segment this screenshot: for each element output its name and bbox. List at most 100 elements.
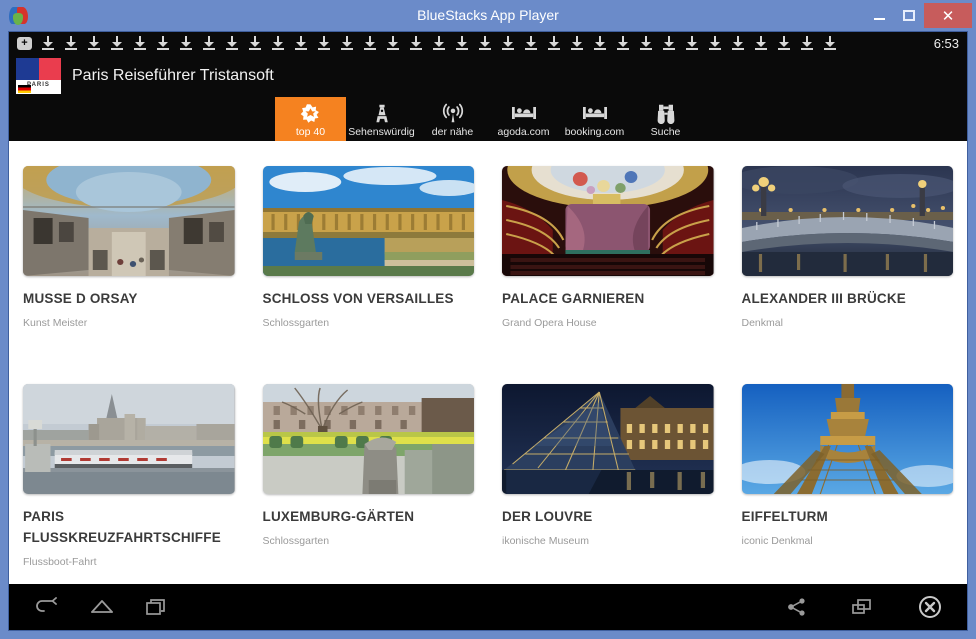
maximize-button[interactable]: [894, 0, 924, 31]
download-icon: [405, 36, 428, 50]
poi-card[interactable]: ALEXANDER III BRÜCKE Denkmal: [728, 166, 968, 329]
poi-title: DER LOUVRE: [502, 508, 593, 524]
tab-top-40[interactable]: top 40: [275, 97, 346, 141]
signal-icon: [442, 103, 464, 124]
poi-card[interactable]: LUXEMBURG-GÄRTEN Schlossgarten: [249, 383, 489, 568]
status-notification-icons: +: [17, 36, 928, 50]
download-icon: [244, 36, 267, 50]
download-icon: [589, 36, 612, 50]
poi-subtitle: Denkmal: [741, 316, 783, 329]
recents-icon[interactable]: [145, 597, 169, 617]
close-button[interactable]: ✕: [924, 3, 972, 28]
tab-label: agoda.com: [497, 125, 550, 138]
tab-strip: top 40 Sehenswürdig der nähe agoda.com booki…: [9, 97, 967, 141]
close-circle-icon[interactable]: [917, 594, 943, 620]
poi-card[interactable]: SCHLOSS VON VERSAILLES Schlossgarten: [249, 166, 489, 329]
poi-thumbnail[interactable]: [741, 166, 953, 276]
bed-icon: [511, 103, 536, 124]
status-clock: 6:53: [933, 35, 959, 51]
tab-der-n-he[interactable]: der nähe: [417, 97, 488, 141]
download-icon: [290, 36, 313, 50]
download-icon: [796, 36, 819, 50]
download-icon: [382, 36, 405, 50]
tower-icon: [373, 103, 391, 124]
poi-subtitle: Kunst Meister: [23, 316, 88, 329]
poi-thumbnail[interactable]: [23, 383, 235, 494]
download-icon: [773, 36, 796, 50]
share-icon[interactable]: [787, 597, 807, 617]
download-icon: [428, 36, 451, 50]
poi-title: EIFFELTURM: [741, 508, 828, 524]
poi-subtitle: Schlossgarten: [262, 316, 330, 329]
download-icon: [175, 36, 198, 50]
poi-thumbnail[interactable]: [741, 383, 953, 494]
download-icon: [704, 36, 727, 50]
nav-left-group: [33, 597, 169, 617]
poi-subtitle: ikonische Museum: [502, 534, 589, 547]
download-icon: [681, 36, 704, 50]
poi-thumbnail[interactable]: [262, 383, 474, 494]
download-icon: [658, 36, 681, 50]
tab-label: booking.com: [564, 125, 625, 138]
minimize-button[interactable]: [864, 0, 894, 31]
german-flag-icon: [18, 84, 31, 93]
bluestacks-window: BlueStacks App Player ✕ + 6:53 PARIS Par…: [0, 0, 976, 639]
download-icon: [451, 36, 474, 50]
tab-suche[interactable]: Suche: [630, 97, 701, 141]
emulator-screen: + 6:53 PARIS Paris Reiseführer Tristanso…: [8, 31, 968, 631]
poi-subtitle: iconic Denkmal: [741, 534, 813, 547]
poi-grid-row-2: PARIS FLUSSKREUZFAHRTSCHIFFE Flussboot-Fa…: [9, 359, 967, 568]
window-controls: ✕: [864, 0, 976, 31]
download-icon: [612, 36, 635, 50]
poi-card[interactable]: MUSSE D ORSAY Kunst Meister: [9, 166, 249, 329]
poi-card[interactable]: EIFFELTURM iconic Denkmal: [728, 383, 968, 568]
android-status-bar: + 6:53: [9, 32, 967, 54]
poi-thumbnail[interactable]: [23, 166, 235, 276]
tab-label: Suche: [650, 125, 681, 138]
poi-subtitle: Flussboot-Fahrt: [23, 555, 97, 568]
download-icon: [267, 36, 290, 50]
poi-thumbnail[interactable]: [502, 383, 714, 494]
poi-title: ALEXANDER III BRÜCKE: [741, 291, 907, 306]
download-icon: [474, 36, 497, 50]
back-icon[interactable]: [33, 597, 59, 617]
tab-label: der nähe: [431, 125, 474, 138]
window-title: BlueStacks App Player: [417, 7, 559, 23]
poi-title: SCHLOSS VON VERSAILLES: [262, 291, 454, 306]
download-icon: [83, 36, 106, 50]
poi-card[interactable]: PARIS FLUSSKREUZFAHRTSCHIFFE Flussboot-Fa…: [9, 383, 249, 568]
paris-app-logo-icon: PARIS: [16, 57, 61, 94]
app-action-bar: PARIS Paris Reiseführer Tristansoft: [9, 54, 967, 97]
poi-card[interactable]: PALACE GARNIEREN Grand Opera House: [488, 166, 728, 329]
poi-thumbnail[interactable]: [262, 166, 474, 276]
poi-title: MUSSE D ORSAY: [23, 291, 138, 306]
tab-agoda-com[interactable]: agoda.com: [488, 97, 559, 141]
screenshot-icon[interactable]: [851, 597, 873, 617]
download-icon: [221, 36, 244, 50]
download-icon: [497, 36, 520, 50]
add-notification-icon: +: [17, 36, 32, 50]
download-icon: [37, 36, 60, 50]
bed-icon: [582, 103, 607, 124]
download-icon: [819, 36, 842, 50]
content-area[interactable]: MUSSE D ORSAY Kunst Meister SCHLOSS VON V…: [9, 141, 967, 584]
download-icon: [336, 36, 359, 50]
poi-thumbnail[interactable]: [502, 166, 714, 276]
download-icon: [129, 36, 152, 50]
download-icon: [359, 36, 382, 50]
tab-booking-com[interactable]: booking.com: [559, 97, 630, 141]
poi-title: PARIS FLUSSKREUZFAHRTSCHIFFE: [23, 508, 221, 545]
poi-card[interactable]: DER LOUVRE ikonische Museum: [488, 383, 728, 568]
android-nav-bar: [9, 584, 967, 630]
home-icon[interactable]: [89, 597, 115, 617]
download-icon: [198, 36, 221, 50]
poi-title: LUXEMBURG-GÄRTEN: [262, 508, 415, 524]
download-icon: [750, 36, 773, 50]
download-icon: [313, 36, 336, 50]
binoculars-icon: [656, 103, 676, 124]
app-title: Paris Reiseführer Tristansoft: [72, 66, 274, 84]
tab-sehensw-rdig[interactable]: Sehenswürdig: [346, 97, 417, 141]
star-badge-icon: [300, 103, 321, 124]
download-icon: [60, 36, 83, 50]
poi-title: PALACE GARNIEREN: [502, 291, 645, 306]
